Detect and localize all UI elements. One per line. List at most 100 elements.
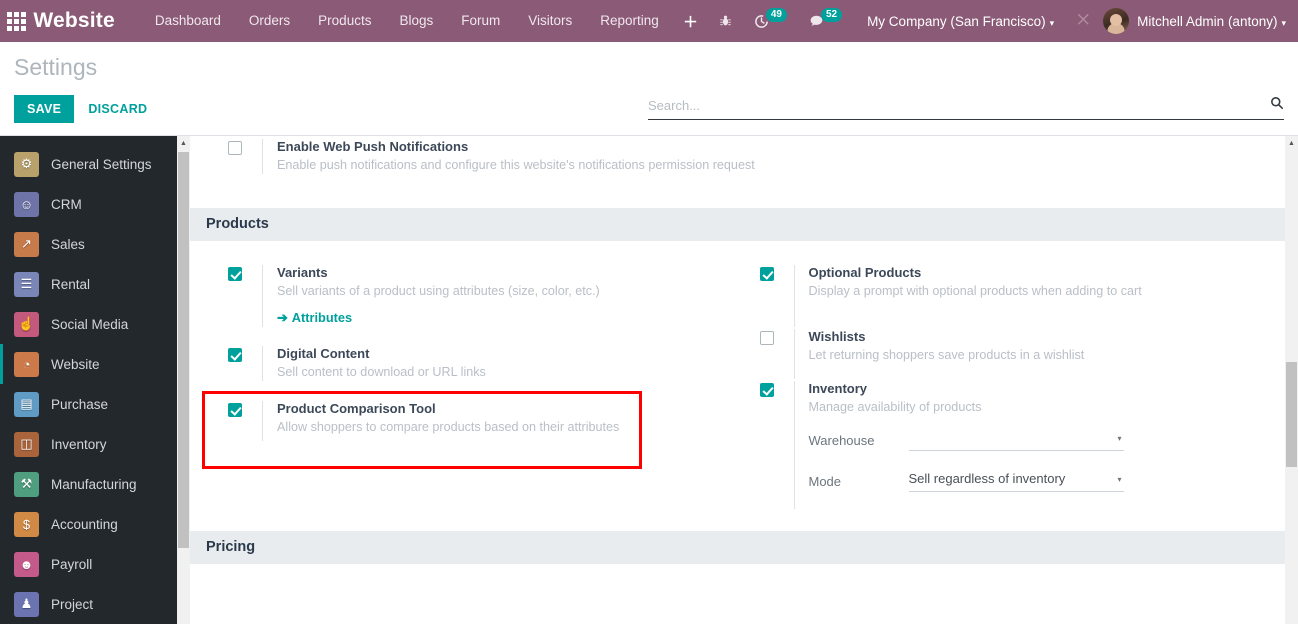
inner-scrollbar[interactable]: ▲ <box>177 136 190 624</box>
setting-product-comparison-tool[interactable]: Product Comparison Tool Allow shoppers t… <box>206 381 738 441</box>
arrow-right-icon: ➔ <box>277 310 288 325</box>
bug-icon[interactable] <box>708 0 743 42</box>
warehouse-select[interactable]: ▾ <box>908 430 1124 451</box>
search-icon[interactable] <box>1270 96 1284 114</box>
section-title-products: Products <box>190 208 1285 241</box>
digital-content-checkbox[interactable] <box>228 348 242 362</box>
setting-description: Manage availability of products <box>808 400 982 414</box>
scroll-thumb[interactable] <box>178 152 189 548</box>
setting-enable-web-push[interactable]: Enable Web Push Notifications Enable pus… <box>206 136 1269 174</box>
action-buttons: SAVE DISCARD <box>14 95 161 123</box>
save-button[interactable]: SAVE <box>14 95 75 123</box>
sidebar-item-payroll[interactable]: ☻ Payroll <box>0 544 177 584</box>
sidebar-item-label: General Settings <box>51 156 152 172</box>
wishlists-checkbox[interactable] <box>759 331 774 345</box>
setting-label: Variants <box>277 265 328 280</box>
scroll-thumb[interactable] <box>1286 362 1297 467</box>
sidebar-item-website[interactable]: ◔ Website <box>0 344 177 384</box>
enable-web-push-checkbox[interactable] <box>228 141 242 155</box>
activity-clock-icon[interactable]: 49 <box>743 0 798 42</box>
user-menu[interactable]: Mitchell Admin (antony) ▾ <box>1137 14 1286 29</box>
mode-field-row: Mode Sell regardless of inventory ▾ <box>809 471 1270 492</box>
nav-item-products[interactable]: Products <box>304 0 385 42</box>
plus-icon[interactable] <box>673 0 708 42</box>
navbar-right-tools: 49 52 My Company (San Francisco) ▾ Mitche… <box>673 0 1298 42</box>
setting-label: Optional Products <box>808 265 922 280</box>
sidebar-item-sales[interactable]: ↗ Sales <box>0 224 177 264</box>
products-right-column: Optional Products Display a prompt with … <box>738 241 1270 509</box>
search-bar <box>648 96 1284 120</box>
chevron-down-icon: ▾ <box>1049 17 1055 28</box>
apps-grid-icon[interactable] <box>0 0 33 42</box>
invoice-icon: $ <box>14 511 39 537</box>
block-pricing: Pricing <box>190 531 1285 564</box>
mode-select[interactable]: Sell regardless of inventory ▾ <box>908 471 1124 492</box>
variants-checkbox[interactable] <box>228 267 242 281</box>
nav-item-dashboard[interactable]: Dashboard <box>141 0 235 42</box>
product-comparison-tool-checkbox[interactable] <box>228 403 242 417</box>
sidebar-item-crm[interactable]: ☺ CRM <box>0 184 177 224</box>
attributes-link[interactable]: ➔ Attributes <box>277 310 352 326</box>
sidebar-item-label: Payroll <box>51 556 93 572</box>
setting-description: Sell variants of a product using attribu… <box>277 284 600 298</box>
setting-body: Product Comparison Tool Allow shoppers t… <box>262 401 738 441</box>
messages-chat-icon[interactable]: 52 <box>798 0 853 42</box>
setting-inventory[interactable]: Inventory Manage availability of product… <box>738 379 1270 509</box>
project-icon: ♟ <box>14 591 39 617</box>
company-selector[interactable]: My Company (San Francisco) ▾ <box>853 14 1064 29</box>
sidebar-item-label: Purchase <box>51 396 109 412</box>
sidebar-item-label: Social Media <box>51 316 129 332</box>
developer-tools-icon[interactable] <box>1064 12 1103 30</box>
sidebar-item-general-settings[interactable]: ⚙ General Settings <box>0 144 177 184</box>
sidebar-item-manufacturing[interactable]: ⚒ Manufacturing <box>0 464 177 504</box>
page-body: ⚙ General Settings ☺ CRM ↗ Sales ☰ Renta… <box>0 136 1298 624</box>
app-brand-title: Website <box>33 9 115 32</box>
control-panel: Settings SAVE DISCARD <box>0 42 1298 136</box>
section-title-pricing: Pricing <box>190 531 1285 564</box>
setting-label: Inventory <box>808 381 868 396</box>
search-input[interactable] <box>648 97 1270 113</box>
setting-body: Variants Sell variants of a product usin… <box>262 265 738 327</box>
mode-label: Mode <box>808 474 842 489</box>
messages-count-badge: 52 <box>820 8 843 22</box>
main-nav-links: Dashboard Orders Products Blogs Forum Vi… <box>141 0 673 42</box>
setting-variants[interactable]: Variants Sell variants of a product usin… <box>206 241 738 327</box>
calendar-icon: ☰ <box>14 271 39 297</box>
box-icon: ◫ <box>14 431 39 457</box>
nav-item-visitors[interactable]: Visitors <box>514 0 586 42</box>
nav-item-blogs[interactable]: Blogs <box>385 0 447 42</box>
discard-button[interactable]: DISCARD <box>74 95 161 123</box>
setting-optional-products[interactable]: Optional Products Display a prompt with … <box>738 241 1270 327</box>
handshake-icon: ☺ <box>14 191 39 217</box>
sidebar-item-accounting[interactable]: $ Accounting <box>0 504 177 544</box>
gear-icon: ⚙ <box>14 151 39 177</box>
sidebar-item-rental[interactable]: ☰ Rental <box>0 264 177 304</box>
chart-icon: ↗ <box>14 231 39 257</box>
sidebar-item-label: Sales <box>51 236 85 252</box>
scroll-up-icon[interactable]: ▲ <box>1285 136 1298 151</box>
nav-item-forum[interactable]: Forum <box>447 0 514 42</box>
setting-digital-content[interactable]: Digital Content Sell content to download… <box>206 327 738 381</box>
sidebar-item-project[interactable]: ♟ Project <box>0 584 177 624</box>
setting-body: Digital Content Sell content to download… <box>262 346 738 381</box>
top-navbar: Website Dashboard Orders Products Blogs … <box>0 0 1298 42</box>
inventory-checkbox[interactable] <box>759 383 774 397</box>
sidebar-item-label: Inventory <box>51 436 107 452</box>
mode-value: Sell regardless of inventory <box>908 471 1066 486</box>
sidebar-item-purchase[interactable]: ▤ Purchase <box>0 384 177 424</box>
setting-description: Enable push notifications and configure … <box>277 158 755 172</box>
setting-wishlists[interactable]: Wishlists Let returning shoppers save pr… <box>738 327 1270 379</box>
sidebar-item-social-media[interactable]: ☝ Social Media <box>0 304 177 344</box>
company-name: My Company (San Francisco) <box>867 13 1046 29</box>
scroll-up-icon[interactable]: ▲ <box>177 136 190 151</box>
nav-item-orders[interactable]: Orders <box>235 0 304 42</box>
optional-products-checkbox[interactable] <box>759 267 774 281</box>
user-avatar[interactable] <box>1103 8 1130 34</box>
outer-scrollbar[interactable]: ▲ <box>1285 136 1298 624</box>
nav-item-reporting[interactable]: Reporting <box>586 0 673 42</box>
sidebar-item-label: Manufacturing <box>51 476 137 492</box>
sidebar-item-inventory[interactable]: ◫ Inventory <box>0 424 177 464</box>
card-icon: ▤ <box>14 391 39 417</box>
person-pay-icon: ☻ <box>14 551 39 577</box>
products-settings-grid: Variants Sell variants of a product usin… <box>206 241 1269 509</box>
